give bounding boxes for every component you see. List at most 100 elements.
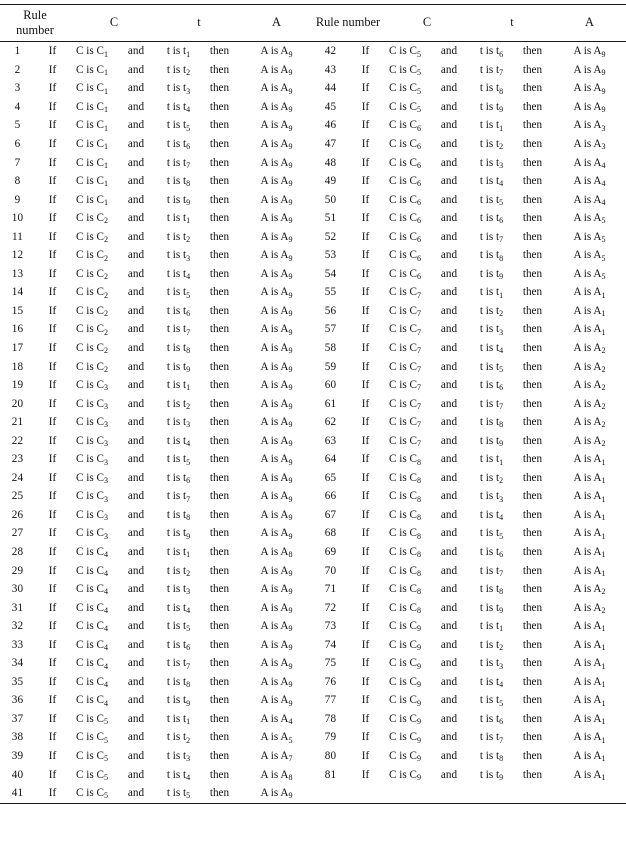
then-keyword-left: then [209,657,230,670]
rule-number-cell-left: 35 [11,675,24,688]
and-keyword-left: and [127,601,145,614]
and-keyword-right: and [440,490,458,503]
rule-number-cell-left: 23 [11,453,24,466]
condition-t-cell-left: t is t9 [166,694,191,708]
rule-number-cell-left: 18 [11,360,24,373]
then-keyword-right: then [522,453,543,466]
condition-t-cell-left: t is t2 [166,564,191,578]
rule-number-cell-right: 62 [324,416,337,429]
and-keyword-right: and [440,675,458,688]
rule-number-cell-left: 24 [11,471,24,484]
if-keyword-right: If [361,397,370,410]
consequent-a-cell-left: A is A8 [260,546,293,560]
then-keyword-right: then [522,212,543,225]
rule-number-cell-left: 26 [11,508,24,521]
then-keyword-left: then [209,137,230,150]
if-keyword-left: If [48,620,57,633]
if-keyword-right: If [361,119,370,132]
and-keyword-left: and [127,82,145,95]
and-keyword-right [427,784,471,804]
condition-t-cell-right: t is t7 [479,564,504,578]
header-rule-number-left-line1: Rule [23,8,47,22]
table-row: 28 If C is C4 and t is t1 then A is A8 69 If C is… [0,543,626,562]
then-keyword-left: then [209,453,230,466]
condition-c-cell-right: C is C6 [388,137,421,152]
consequent-a-cell-right: A is A3 [573,119,606,133]
and-keyword-right: and [440,527,458,540]
rule-number-cell-left: 28 [11,546,24,559]
rule-number-cell-right: 46 [324,119,337,132]
consequent-a-cell-left: A is A9 [260,638,293,652]
condition-c-cell-left: C is C2 [75,267,108,282]
condition-t-cell-right: t is t3 [479,657,504,671]
table-row: 20 If C is C3 and t is t2 then A is A9 61 If C is… [0,395,626,414]
and-keyword-left: and [127,286,145,299]
condition-c-cell-left: C is C3 [75,379,108,393]
consequent-a-cell-left: A is A9 [260,434,293,448]
condition-c-cell-right: C is C8 [388,490,421,504]
table-row: 8 If C is C1 and t is t8 then A is A9 49 If C is … [0,172,626,191]
condition-t-cell-right: t is t9 [479,100,504,115]
rule-number-cell-right: 59 [324,360,337,373]
consequent-a-cell-left: A is A9 [260,286,293,300]
condition-c-cell-right: C is C7 [388,342,421,356]
if-keyword-right: If [361,657,370,670]
condition-c-cell-right: C is C8 [388,471,421,486]
consequent-a-cell-left: A is A9 [260,527,293,541]
then-keyword-left: then [209,249,230,262]
and-keyword-left: and [127,304,145,317]
then-keyword-right: then [522,768,543,781]
table-row: 38 If C is C5 and t is t2 then A is A5 79 If C is… [0,728,626,747]
consequent-a-cell-right: A is A2 [573,360,606,374]
consequent-a-cell-left: A is A9 [260,657,293,671]
then-keyword-left: then [209,564,230,577]
rule-number-cell-right: 68 [324,527,337,540]
then-keyword-right: then [522,620,543,633]
and-keyword-right: and [440,564,458,577]
and-keyword-right: and [440,508,458,521]
condition-c-cell-left: C is C1 [75,193,108,207]
consequent-a-cell-left: A is A9 [260,156,293,170]
consequent-a-cell-right: A is A1 [573,453,606,467]
table-row: 3 If C is C1 and t is t3 then A is A9 44 If C is … [0,79,626,98]
then-keyword-right: then [522,342,543,354]
consequent-a-cell-left: A is A9 [260,193,293,207]
then-keyword-right: then [522,675,543,688]
then-keyword-right: then [522,471,543,484]
and-keyword-left: and [127,379,145,392]
then-keyword-right: then [522,731,543,744]
then-keyword-left: then [209,471,230,484]
condition-t-cell-right: t is t8 [479,750,504,764]
rule-number-cell-left: 8 [14,175,21,188]
then-keyword-left: then [209,156,230,169]
consequent-a-cell-right: A is A4 [573,193,606,207]
and-keyword-right: and [440,249,458,262]
table-row: 15 If C is C2 and t is t6 then A is A9 56 If C is… [0,302,626,321]
condition-t-cell-left: t is t3 [166,750,191,764]
rule-table-wrapper: Rule number C t A Rule number C t A 1 If C… [0,0,626,804]
if-keyword-right: If [361,137,370,150]
then-keyword-right: then [522,490,543,503]
if-keyword-right: If [361,323,370,336]
then-keyword-right [512,784,553,804]
if-keyword-right: If [361,471,370,484]
if-keyword-left: If [48,100,57,113]
then-keyword-left: then [209,379,230,392]
condition-t-cell-right: t is t5 [479,193,504,207]
consequent-a-cell-left: A is A9 [260,416,293,430]
then-keyword-left: then [209,694,230,707]
consequent-a-cell-right: A is A1 [573,508,606,523]
condition-t-cell-right: t is t6 [479,45,504,59]
rule-number-cell-left: 19 [11,379,24,392]
condition-t-cell-left: t is t5 [166,453,191,467]
consequent-a-cell-left: A is A9 [260,249,293,263]
rule-number-cell-left: 30 [11,583,24,596]
table-row: 36 If C is C4 and t is t9 then A is A9 77 If C is… [0,691,626,710]
rule-number-cell-right: 80 [324,750,337,763]
consequent-a-cell-right: A is A1 [573,527,606,541]
condition-t-cell-right: t is t6 [479,212,504,226]
and-keyword-left: and [127,212,145,225]
condition-c-cell-left: C is C3 [75,471,108,486]
condition-c-cell-left: C is C4 [75,694,108,708]
condition-t-cell-left: t is t3 [166,82,191,96]
